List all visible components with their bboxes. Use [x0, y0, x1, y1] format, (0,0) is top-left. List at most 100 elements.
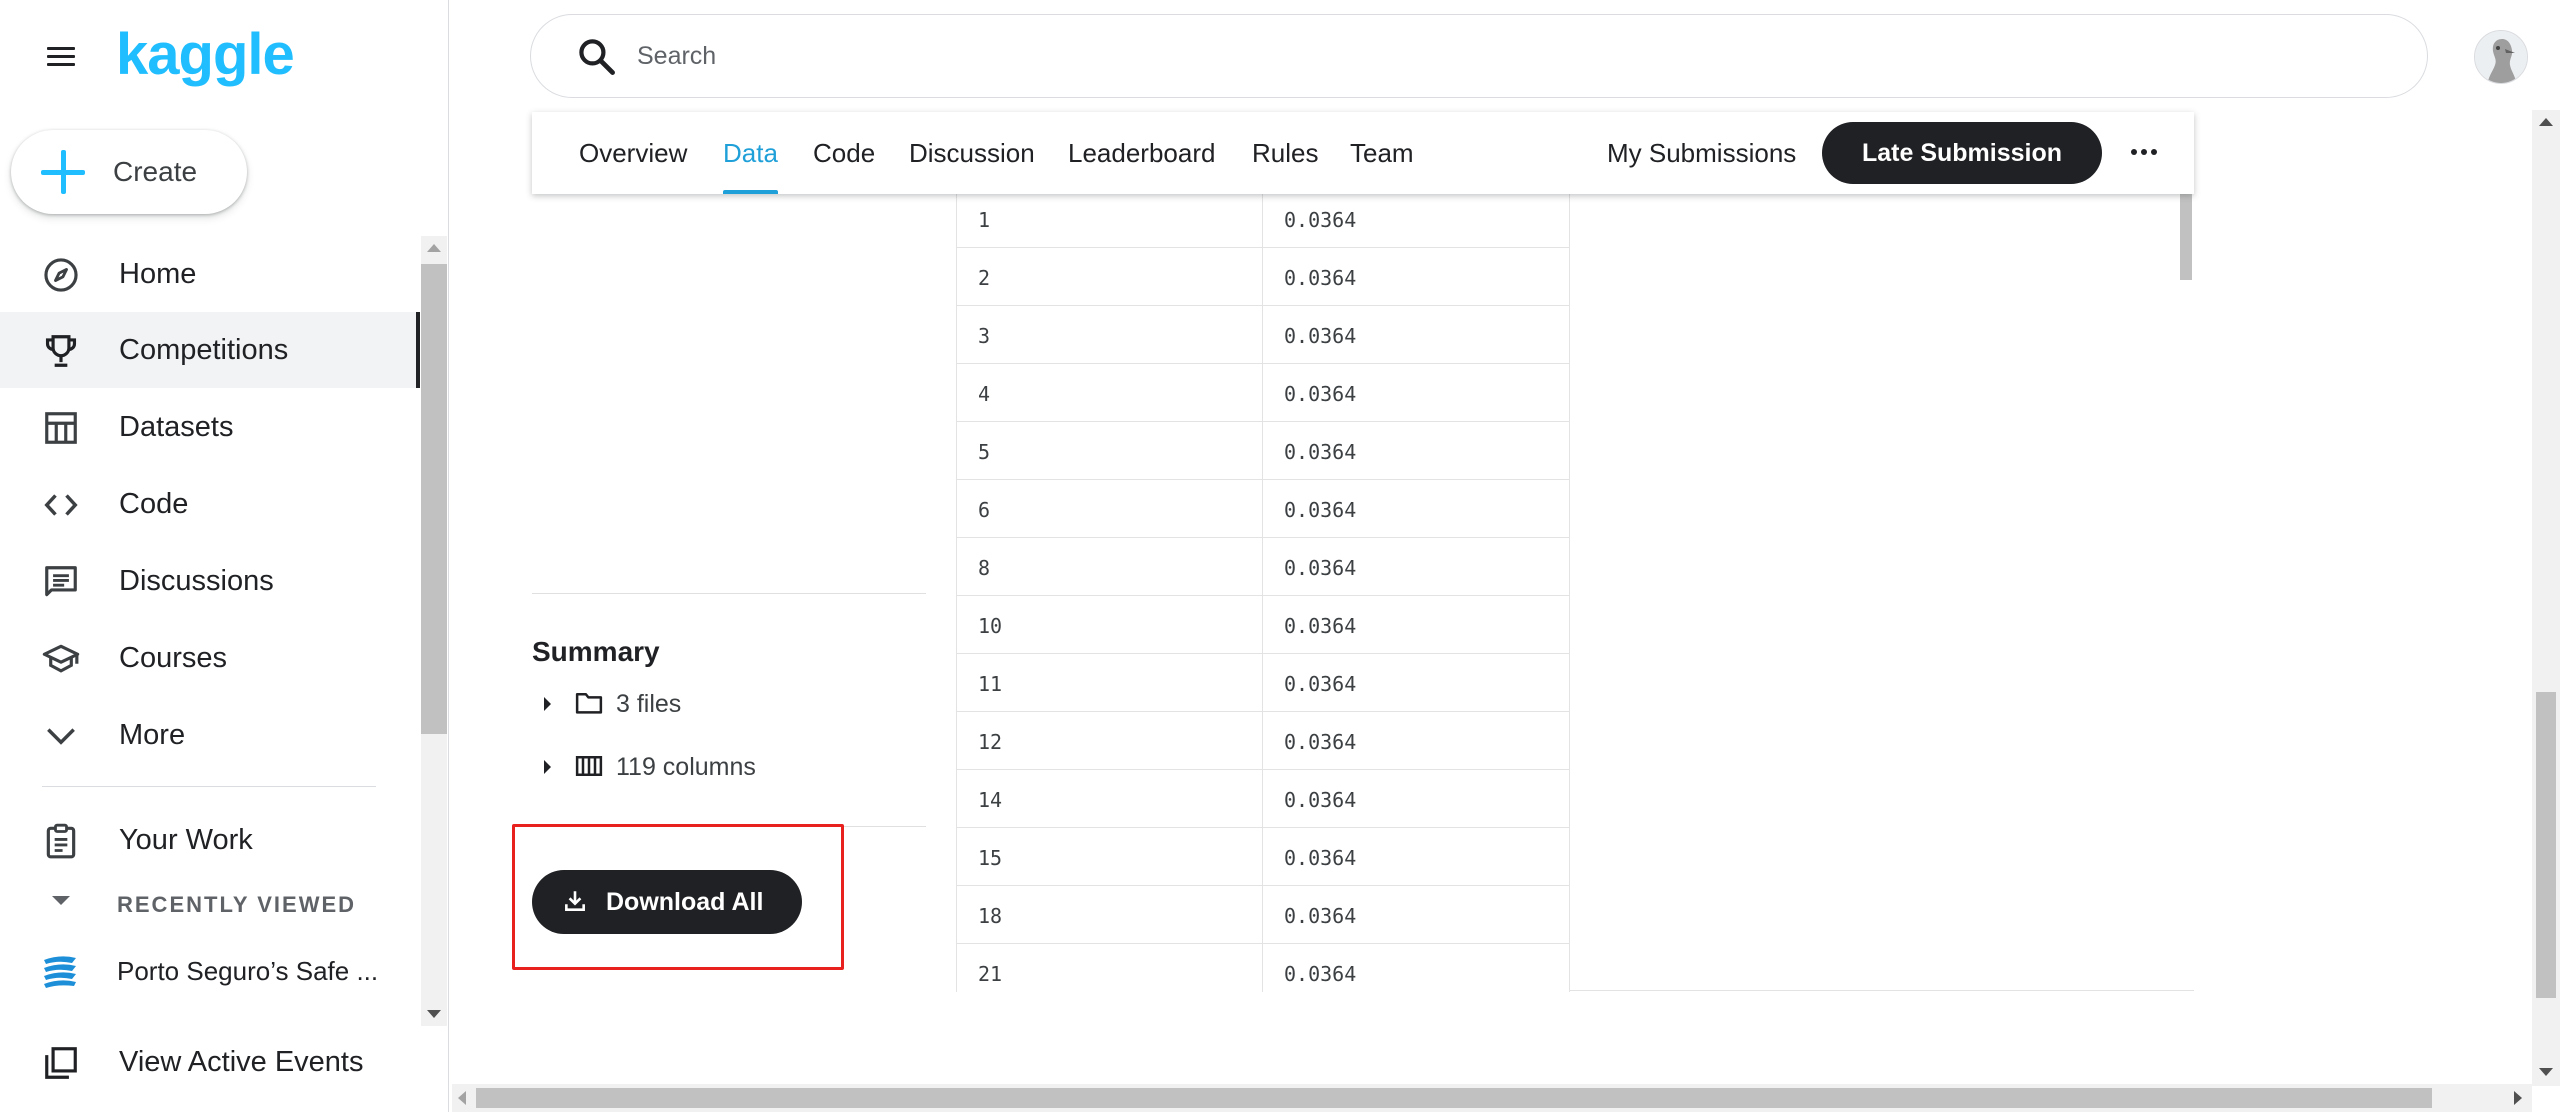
clipboard-icon [46, 823, 76, 859]
summary-title: Summary [532, 636, 660, 667]
table-cell-id: 14 [978, 788, 1003, 812]
download-all-label: Download All [606, 888, 764, 916]
table-cell-id: 21 [978, 962, 1003, 986]
sidebar-item-code[interactable]: Code [0, 466, 420, 542]
view-active-events-button[interactable]: View Active Events [0, 1026, 420, 1100]
sidebar-scrollbar[interactable] [421, 236, 447, 1026]
trophy-icon [45, 335, 77, 367]
table-row: 12 0.0364 [956, 712, 1570, 770]
porto-seguro-thumbnail-icon [42, 954, 78, 988]
table-icon [45, 412, 77, 444]
table-cell-value: 0.0364 [1284, 788, 1357, 812]
table-row: 11 0.0364 [956, 654, 1570, 712]
avatar[interactable] [2474, 30, 2528, 84]
my-submissions-link[interactable]: My Submissions [1607, 112, 1796, 194]
table-cell-id: 3 [978, 324, 991, 348]
late-submission-button[interactable]: Late Submission [1822, 122, 2102, 184]
table-row: 15 0.0364 [956, 828, 1570, 886]
copy-stack-icon [45, 1047, 77, 1079]
scroll-right-arrow-icon[interactable] [2514, 1091, 2522, 1105]
summary-files-label: 3 files [616, 690, 682, 718]
page-horizontal-scrollbar[interactable] [452, 1084, 2532, 1112]
download-all-button[interactable]: Download All [532, 870, 802, 934]
plus-icon [41, 150, 85, 194]
sidebar-item-home[interactable]: Home [0, 236, 420, 312]
sidebar-item-courses[interactable]: Courses [0, 620, 420, 696]
scrollbar-thumb[interactable] [421, 264, 447, 734]
table-cell-value: 0.0364 [1284, 846, 1357, 870]
folder-icon [575, 693, 603, 714]
page-vertical-scrollbar[interactable] [2532, 110, 2560, 1086]
sidebar-item-label: Home [119, 257, 197, 290]
divider [532, 593, 926, 594]
create-button[interactable]: Create [11, 130, 247, 214]
tab-team[interactable]: Team [1350, 112, 1414, 194]
sidebar-item-competitions[interactable]: Competitions [0, 312, 420, 388]
sidebar-item-your-work[interactable]: Your Work [0, 802, 420, 878]
search-icon [579, 39, 615, 75]
scrollbar-thumb[interactable] [476, 1088, 2432, 1108]
table-cell-id: 12 [978, 730, 1003, 754]
table-cell-id: 18 [978, 904, 1003, 928]
scroll-up-arrow-icon[interactable] [427, 244, 441, 252]
table-cell-id: 11 [978, 672, 1003, 696]
table-cell-value: 0.0364 [1284, 208, 1357, 232]
table-row: 5 0.0364 [956, 422, 1570, 480]
table-scrollbar-thumb[interactable] [2180, 194, 2192, 280]
expand-arrow-icon [544, 760, 551, 774]
table-cell-id: 10 [978, 614, 1003, 638]
table-row: 21 0.0364 [956, 944, 1570, 992]
sidebar-divider [42, 786, 376, 787]
menu-icon[interactable] [42, 38, 78, 74]
table-cell-value: 0.0364 [1284, 498, 1357, 522]
competition-tabs: Overview Data Code Discussion Leaderboar… [532, 112, 2194, 194]
scroll-down-arrow-icon[interactable] [2539, 1068, 2553, 1076]
sidebar-item-datasets[interactable]: Datasets [0, 389, 420, 465]
columns-icon [575, 756, 603, 776]
scroll-up-arrow-icon[interactable] [2539, 118, 2553, 126]
tab-data[interactable]: Data [723, 112, 778, 194]
expand-arrow-icon [544, 697, 551, 711]
table-cell-value: 0.0364 [1284, 730, 1357, 754]
table-cell-value: 0.0364 [1284, 324, 1357, 348]
summary-columns-label: 119 columns [616, 753, 756, 781]
table-cell-id: 4 [978, 382, 991, 406]
more-options-icon[interactable] [2130, 140, 2160, 166]
scroll-down-arrow-icon[interactable] [427, 1010, 441, 1018]
table-cell-value: 0.0364 [1284, 440, 1357, 464]
kaggle-logo[interactable]: kaggle [116, 22, 295, 88]
code-icon [44, 494, 78, 516]
comment-icon [45, 566, 77, 597]
recently-viewed-header[interactable]: RECENTLY VIEWED [0, 884, 420, 924]
sidebar-nav: Home Competitions Datasets Code Discussi… [0, 236, 420, 1026]
scroll-left-arrow-icon[interactable] [458, 1091, 466, 1105]
table-row: 3 0.0364 [956, 306, 1570, 364]
table-row: 6 0.0364 [956, 480, 1570, 538]
tab-overview[interactable]: Overview [579, 112, 687, 194]
tab-leaderboard[interactable]: Leaderboard [1068, 112, 1215, 194]
table-cell-id: 5 [978, 440, 991, 464]
view-active-events-label: View Active Events [119, 1046, 364, 1078]
table-cell-id: 1 [978, 208, 991, 232]
table-cell-value: 0.0364 [1284, 382, 1357, 406]
caret-down-icon [52, 896, 70, 905]
scrollbar-thumb[interactable] [2536, 692, 2556, 998]
tab-discussion[interactable]: Discussion [909, 112, 1035, 194]
table-row: 4 0.0364 [956, 364, 1570, 422]
table-cell-id: 8 [978, 556, 991, 580]
table-cell-value: 0.0364 [1284, 672, 1357, 696]
tab-code[interactable]: Code [813, 112, 875, 194]
table-cell-value: 0.0364 [1284, 614, 1357, 638]
search-input[interactable]: Search [530, 14, 2428, 98]
sidebar: kaggle Create Home Competitions Datasets… [0, 0, 449, 1112]
divider [1570, 990, 2194, 991]
sidebar-item-label: Competitions [119, 333, 289, 366]
school-icon [42, 644, 80, 673]
tab-rules[interactable]: Rules [1252, 112, 1318, 194]
sidebar-item-discussions[interactable]: Discussions [0, 543, 420, 619]
recent-item-label: Porto Seguro’s Safe ... [117, 956, 379, 986]
table-cell-id: 2 [978, 266, 991, 290]
sidebar-item-label: More [119, 718, 186, 751]
sidebar-item-more[interactable]: More [0, 697, 420, 773]
recent-item[interactable]: Porto Seguro’s Safe ... [0, 942, 420, 1002]
